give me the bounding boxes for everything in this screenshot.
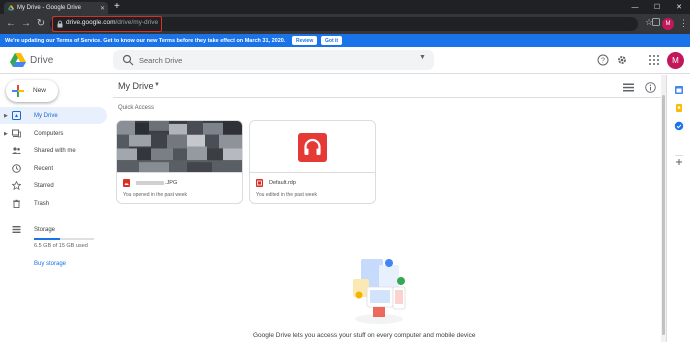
file-extension: .JPG (165, 180, 178, 186)
storage-usage-fill (34, 238, 60, 240)
plus-icon (12, 85, 24, 97)
browser-profile-avatar[interactable]: M (662, 18, 674, 30)
info-icon[interactable] (645, 82, 656, 93)
image-file-icon (123, 179, 130, 187)
extension-icon[interactable] (652, 18, 660, 26)
main-content: My Drive ▼ Quick Access .JPG You opened … (113, 75, 661, 342)
list-view-icon[interactable] (623, 82, 634, 93)
minimize-icon[interactable]: — (624, 0, 646, 14)
header-divider (113, 97, 661, 98)
maximize-icon[interactable]: ☐ (646, 0, 668, 14)
browser-menu-icon[interactable]: ⋮ (679, 18, 688, 28)
browser-tab-bar: My Drive - Google Drive ✕ + — ☐ ✕ (0, 0, 690, 14)
sidebar-item-trash[interactable]: Trash (0, 195, 107, 212)
search-input[interactable] (139, 52, 399, 68)
expand-arrow-icon[interactable]: ▶ (4, 131, 8, 137)
forward-icon[interactable]: → (20, 18, 32, 30)
account-avatar[interactable]: M (667, 52, 684, 69)
sidebar-item-starred[interactable]: Starred (0, 177, 107, 194)
help-icon[interactable]: ? (597, 54, 609, 66)
file-activity: You opened in the past week (123, 192, 188, 198)
drive-header: Drive ▼ ? (0, 47, 690, 74)
file-activity: You edited in the past week (256, 192, 317, 198)
search-options-icon[interactable]: ▼ (419, 54, 426, 61)
url-path: /drive/my-drive (115, 19, 159, 26)
url-text[interactable]: drive.google.com/drive/my-drive (66, 19, 158, 26)
sidebar-item-recent[interactable]: Recent (0, 160, 107, 177)
my-drive-icon (12, 111, 21, 120)
new-button-label: New (33, 87, 47, 94)
rdp-thumbnail (250, 121, 375, 173)
title-dropdown-icon[interactable]: ▼ (154, 82, 160, 88)
browser-tab[interactable]: My Drive - Google Drive ✕ (4, 2, 108, 14)
quick-access-card[interactable]: Default.rdp You edited in the past week (249, 120, 376, 204)
storage-label: Storage (34, 226, 56, 233)
terms-banner: We're updating our Terms of Service. Get… (0, 34, 690, 47)
shared-icon (12, 147, 21, 154)
svg-text:?: ? (601, 58, 605, 65)
buy-storage-link[interactable]: Buy storage (34, 261, 66, 267)
sidebar-item-my-drive[interactable]: ▶ My Drive (0, 107, 107, 124)
trash-icon (13, 199, 20, 208)
side-panel (666, 75, 690, 342)
recent-icon (12, 164, 21, 173)
sidebar-item-computers[interactable]: ▶ Computers (0, 125, 107, 142)
browser-tab-title: My Drive - Google Drive (17, 5, 82, 11)
sidebar-item-label: My Drive (34, 112, 58, 119)
sidebar-item-shared[interactable]: Shared with me (0, 142, 107, 159)
drive-brand[interactable]: Drive (30, 55, 53, 66)
side-panel-divider (675, 155, 683, 156)
close-window-icon[interactable]: ✕ (668, 0, 690, 14)
drive-logo-icon[interactable] (10, 53, 26, 67)
apps-grid-icon[interactable] (648, 54, 660, 66)
back-icon[interactable]: ← (5, 18, 17, 30)
computers-icon (12, 129, 21, 138)
review-button[interactable]: Review (292, 36, 318, 45)
drive-favicon-icon (8, 5, 14, 11)
rdp-file-icon (256, 179, 263, 187)
keep-icon[interactable] (674, 103, 684, 113)
url-host: drive.google.com (66, 19, 116, 26)
search-icon[interactable] (122, 54, 134, 66)
storage-usage-bar (34, 238, 94, 240)
storage-used-text: 6.5 GB of 15 GB used (34, 243, 88, 249)
tasks-icon[interactable] (674, 121, 684, 131)
quick-access-heading: Quick Access (118, 105, 155, 111)
sidebar-item-storage[interactable]: Storage (0, 221, 107, 238)
search-bar[interactable]: ▼ (113, 50, 434, 70)
browser-toolbar: ← → ↻ drive.google.com/drive/my-drive ☆ … (0, 14, 690, 34)
reload-icon[interactable]: ↻ (35, 18, 47, 30)
lock-icon (57, 20, 63, 28)
sidebar: New ▶ My Drive ▶ Computers Shared with m… (0, 75, 113, 342)
empty-state-illustration (353, 259, 406, 324)
settings-gear-icon[interactable] (616, 54, 628, 66)
tab-close-icon[interactable]: ✕ (100, 5, 105, 12)
add-addon-icon[interactable] (674, 157, 684, 167)
sidebar-item-label: Recent (34, 165, 54, 172)
rdp-app-icon (298, 133, 327, 162)
page-title[interactable]: My Drive (118, 81, 154, 91)
sidebar-item-label: Computers (34, 130, 64, 137)
redacted-filename (136, 180, 164, 185)
sidebar-item-label: Shared with me (34, 147, 76, 154)
sidebar-item-label: Trash (34, 200, 50, 207)
expand-arrow-icon[interactable]: ▶ (4, 113, 8, 119)
calendar-icon[interactable] (674, 85, 684, 95)
new-tab-icon[interactable]: + (114, 2, 120, 12)
scrollbar-thumb[interactable] (662, 95, 665, 335)
image-thumbnail (117, 121, 242, 173)
new-button[interactable]: New (6, 80, 58, 102)
file-name: Default.rdp (269, 180, 296, 186)
window-controls: — ☐ ✕ (624, 0, 690, 14)
quick-access-card[interactable]: .JPG You opened in the past week (116, 120, 243, 204)
got-it-button[interactable]: Got it (321, 36, 343, 45)
banner-text: We're updating our Terms of Service. Get… (5, 37, 286, 44)
file-name: .JPG (136, 180, 177, 186)
storage-icon (12, 226, 21, 233)
star-icon (12, 181, 21, 190)
sidebar-item-label: Starred (34, 182, 54, 189)
empty-state-text: Google Drive lets you access your stuff … (253, 332, 476, 339)
